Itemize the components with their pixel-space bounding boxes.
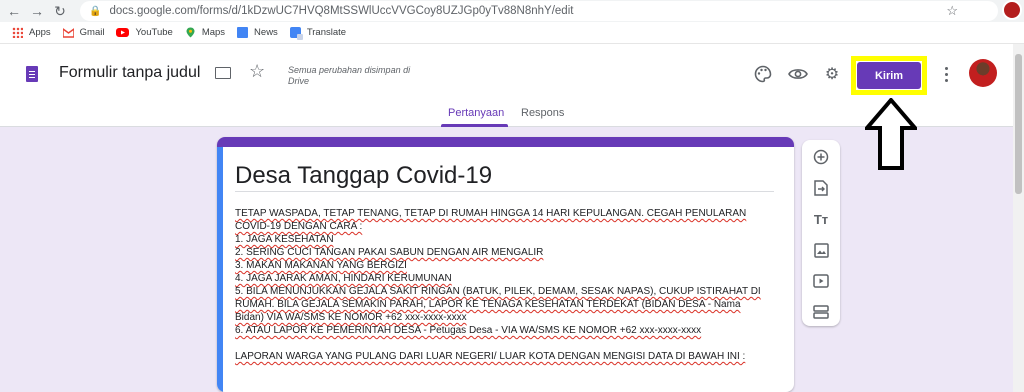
document-title[interactable]: Formulir tanpa judul [59, 64, 200, 82]
lock-icon: 🔒 [89, 5, 102, 17]
description-line: 2. SERING CUCI TANGAN PAKAI SABUN DENGAN… [235, 247, 544, 258]
maps-icon [185, 27, 196, 38]
more-vert-icon[interactable] [940, 64, 952, 84]
import-questions-icon[interactable] [812, 179, 830, 197]
folder-icon[interactable] [215, 67, 231, 79]
description-line [235, 337, 785, 350]
bookmark-maps[interactable]: Maps [185, 27, 225, 38]
description-line: LAPORAN WARGA YANG PULANG DARI LUAR NEGE… [235, 351, 746, 362]
forward-icon[interactable]: → [28, 2, 46, 20]
palette-icon[interactable] [753, 64, 773, 84]
bookmark-youtube[interactable]: YouTube [116, 27, 173, 38]
bookmark-translate[interactable]: Translate [289, 27, 346, 40]
youtube-icon [116, 28, 130, 37]
form-title-input[interactable]: Desa Tanggap Covid-19 [235, 162, 774, 192]
add-image-icon[interactable] [812, 241, 830, 259]
translate-icon [289, 27, 303, 40]
save-status-text: Semua perubahan disimpan di Drive [288, 65, 411, 86]
bookmark-apps[interactable]: Apps [12, 27, 51, 38]
address-bar[interactable]: 🔒 docs.google.com/forms/d/1kDzwUC7HVQ8Mt… [80, 1, 998, 21]
news-icon [237, 27, 249, 38]
bookmark-news[interactable]: News [237, 27, 278, 38]
floating-toolbar: Tт [802, 140, 840, 326]
form-description-input[interactable]: TETAP WASPADA, TETAP TENANG, TETAP DI RU… [235, 207, 785, 363]
add-title-text-icon[interactable]: Tт [812, 210, 830, 228]
send-button[interactable]: Kirim [857, 62, 921, 89]
preview-eye-icon[interactable] [788, 64, 808, 84]
url-text: docs.google.com/forms/d/1kDzwUC7HVQ8MtSS… [109, 5, 574, 17]
bookmark-gmail[interactable]: Gmail [61, 27, 104, 38]
description-line: 6. ATAU LAPOR KE PEMERINTAH DESA - Petug… [235, 325, 702, 336]
add-section-icon[interactable] [812, 303, 830, 321]
card-focus-indicator [217, 147, 223, 392]
description-line: 1. JAGA KESEHATAN [235, 234, 334, 245]
form-header-card[interactable]: Desa Tanggap Covid-19 TETAP WASPADA, TET… [217, 137, 794, 392]
description-line: COVID-19 DENGAN CARA : [235, 221, 363, 232]
description-line: 4. JAGA JARAK AMAN, HINDARI KERUMUNAN [235, 273, 452, 284]
browser-profile-avatar[interactable] [1002, 0, 1022, 20]
reload-icon[interactable]: ↻ [51, 2, 69, 20]
page-scrollbar[interactable] [1013, 44, 1024, 392]
scrollbar-thumb[interactable] [1015, 54, 1022, 194]
description-line: TETAP WASPADA, TETAP TENANG, TETAP DI RU… [235, 208, 747, 219]
bookmarks-bar: Apps Gmail YouTube Maps News Translate [0, 22, 1024, 44]
description-line: 3. MAKAN MAKANAN YANG BERGIZI [235, 260, 407, 271]
bookmark-star-icon[interactable]: ☆ [946, 3, 958, 19]
tab-questions[interactable]: Pertanyaan [448, 107, 504, 119]
settings-gear-icon[interactable]: ⚙ [822, 64, 842, 84]
gmail-icon [61, 27, 75, 38]
browser-toolbar: ← → ↻ 🔒 docs.google.com/forms/d/1kDzwUC7… [0, 0, 1024, 22]
description-line: RUMAH. BILA GEJALA SEMAKIN PARAH, LAPOR … [235, 299, 741, 310]
description-line: Bidan) VIA WA/SMS KE NOMOR +62 xxx-xxxx-… [235, 312, 467, 323]
star-icon[interactable]: ☆ [249, 61, 265, 82]
add-question-icon[interactable] [812, 148, 830, 166]
back-icon[interactable]: ← [5, 2, 23, 20]
account-avatar[interactable] [969, 59, 997, 87]
description-line: 5. BILA MENUNJUKKAN GEJALA SAKIT RINGAN … [235, 286, 761, 297]
add-video-icon[interactable] [812, 272, 830, 290]
apps-grid-icon [12, 27, 23, 38]
card-accent-bar [217, 137, 794, 147]
tab-responses[interactable]: Respons [521, 107, 564, 119]
annotation-up-arrow-icon [865, 98, 917, 170]
google-forms-logo-icon[interactable] [26, 66, 38, 82]
